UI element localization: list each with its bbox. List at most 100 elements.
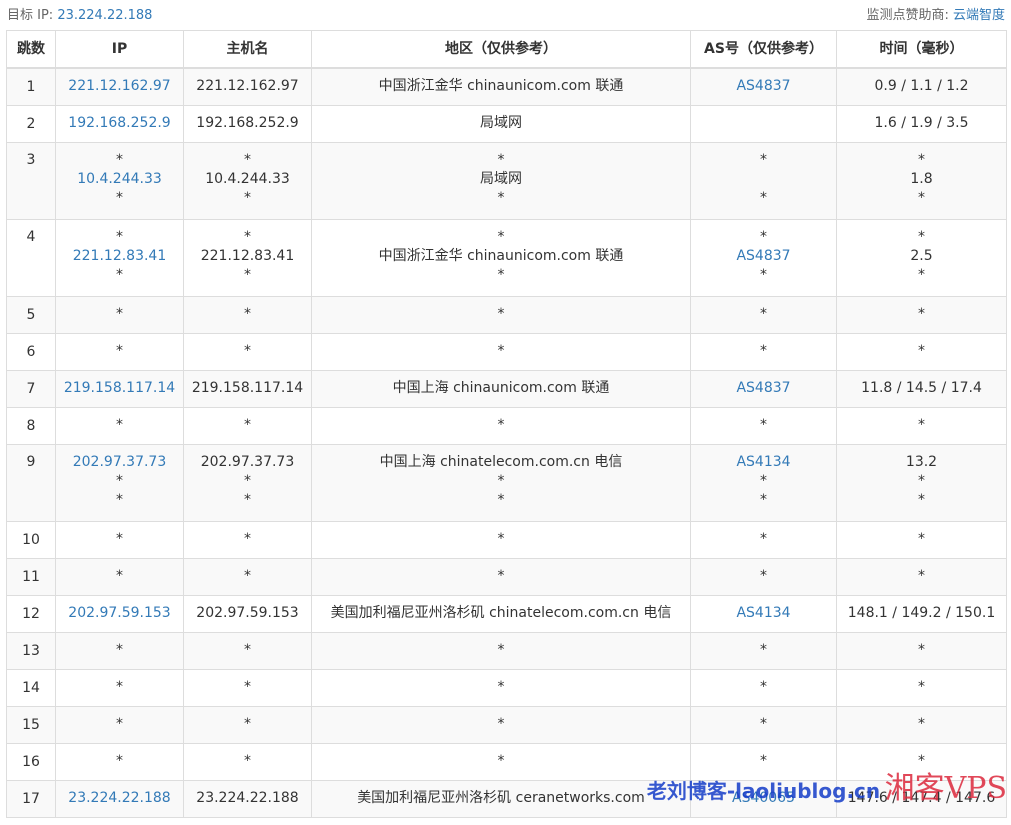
ip-link[interactable]: 192.168.252.9 [60,114,179,133]
time-cell: * [836,705,1007,744]
region-value: 美国加利福尼亚州洛杉矶 ceranetworks.com [357,790,645,806]
as-link[interactable]: AS4837 [695,379,832,398]
table-body: 1 221.12.162.97 221.12.162.97 中国浙江金华 chinau… [6,67,1007,818]
time-cell: * [836,631,1007,670]
hostname-cell: 219.158.117.14 [183,369,312,408]
region-value: * [497,228,505,245]
region-cell: * [311,557,691,596]
time-value: * [918,266,925,283]
hostname-cell: 202.97.59.153 [183,594,312,633]
hop-cell: 11 [6,557,56,596]
region-cell: 中国上海 chinaunicom.com 联通 [311,369,691,408]
table-row: 7 219.158.117.14 219.158.117.14 中国上海 chinau… [6,369,1007,408]
host-value: 202.97.59.153 [196,605,299,621]
ip-link[interactable]: 202.97.37.73 [60,453,179,472]
time-cell: 1.6 / 1.9 / 3.5 [836,104,1007,143]
as-cell: AS4837 [690,369,837,408]
host-value: * [244,306,251,322]
sponsor-info: 监测点赞助商: 云端智度 [866,4,1005,23]
ip-cell: * [55,557,184,596]
ip-link[interactable]: 221.12.83.41 [60,247,179,266]
time-value: 1.8 [910,170,933,187]
as-cell: * AS4837 * [690,218,837,297]
time-cell: 11.8 / 14.5 / 17.4 [836,369,1007,408]
time-value: * [918,679,925,695]
hostname-cell: * [183,406,312,445]
table-row: 12 202.97.59.153 202.97.59.153 美国加利福尼亚州洛杉矶 … [6,594,1007,633]
ip-value: * [116,151,123,168]
ip-value: * [116,753,123,769]
region-value: * [497,568,505,584]
time-value: * [918,306,925,322]
ip-value: * [116,568,123,584]
ip-value: * [116,531,123,547]
sponsor-label: 监测点赞助商: [866,8,949,23]
as-link[interactable]: AS40065 [695,789,832,808]
region-cell: * [311,631,691,670]
hostname-cell: * [183,332,312,371]
as-value: * [760,151,767,168]
ip-value: * [116,417,123,433]
time-value: * [918,472,925,489]
as-value: * [760,753,767,769]
time-cell: * [836,295,1007,334]
hop-cell: 6 [6,332,56,371]
hop-cell: 1 [6,67,56,106]
table-row: 1 221.12.162.97 221.12.162.97 中国浙江金华 chinau… [6,67,1007,106]
col-header-hostname: 主机名 [183,30,312,69]
as-value: * [760,716,767,732]
hostname-cell: * [183,631,312,670]
target-ip-link[interactable]: 23.224.22.188 [57,8,152,23]
as-link[interactable]: AS4837 [695,77,832,96]
table-row: 17 23.224.22.188 23.224.22.188 美国加利福尼亚州洛杉矶 … [6,779,1007,818]
ip-link[interactable]: 221.12.162.97 [60,77,179,96]
time-cell: * 2.5 * [836,218,1007,297]
ip-value: * [116,306,123,322]
as-link[interactable]: AS4134 [695,604,832,623]
table-row: 3 * 10.4.244.33 * * 10.4.244.33 * * 局域网 * * * * 1.8 * [6,141,1007,220]
target-label: 目标 IP: [7,8,54,23]
as-value: * [760,531,767,547]
hostname-cell: 221.12.162.97 [183,67,312,106]
sponsor-link[interactable]: 云端智度 [953,8,1005,23]
region-value: * [497,642,505,658]
ip-cell: 192.168.252.9 [55,104,184,143]
ip-cell: * [55,631,184,670]
table-header-row: 跳数 IP 主机名 地区（仅供参考） AS号（仅供参考） 时间（毫秒） [6,30,1007,69]
ip-link[interactable]: 23.224.22.188 [60,789,179,808]
region-value: 美国加利福尼亚州洛杉矶 chinatelecom.com.cn 电信 [330,605,672,621]
ip-value: * [116,472,123,489]
time-value: 0.9 / 1.1 / 1.2 [874,78,969,95]
ip-link[interactable]: 10.4.244.33 [60,170,179,189]
ip-value: * [116,343,123,359]
ip-cell: 221.12.162.97 [55,67,184,106]
time-cell: * [836,557,1007,596]
hop-cell: 9 [6,443,56,522]
table-row: 16 * * * * * [6,742,1007,781]
time-value: * [918,716,925,732]
time-value: * [918,531,925,547]
time-value: * [918,642,925,658]
hostname-cell: * [183,295,312,334]
hostname-cell: * [183,705,312,744]
ip-value: * [116,189,123,206]
table-row: 5 * * * * * [6,295,1007,334]
col-header-as: AS号（仅供参考） [690,30,837,69]
time-value: 1.6 / 1.9 / 3.5 [874,115,969,131]
region-cell: * 中国浙江金华 chinaunicom.com 联通 * [311,218,691,297]
region-value: 中国浙江金华 chinaunicom.com 联通 [378,247,624,264]
ip-cell: * [55,406,184,445]
ip-link[interactable]: 202.97.59.153 [60,604,179,623]
ip-link[interactable]: 219.158.117.14 [60,379,179,398]
as-link[interactable]: AS4134 [695,453,832,472]
as-value: * [760,417,767,433]
host-value: * [244,568,251,584]
as-link[interactable]: AS4837 [695,247,832,266]
time-value: 13.2 [905,453,938,470]
hostname-cell: 202.97.37.73 * * [183,443,312,522]
region-value: * [497,343,505,359]
hop-cell: 4 [6,218,56,297]
host-value: * [244,472,251,489]
as-cell: AS4134 [690,594,837,633]
top-bar: 目标 IP: 23.224.22.188 监测点赞助商: 云端智度 [0,0,1011,28]
